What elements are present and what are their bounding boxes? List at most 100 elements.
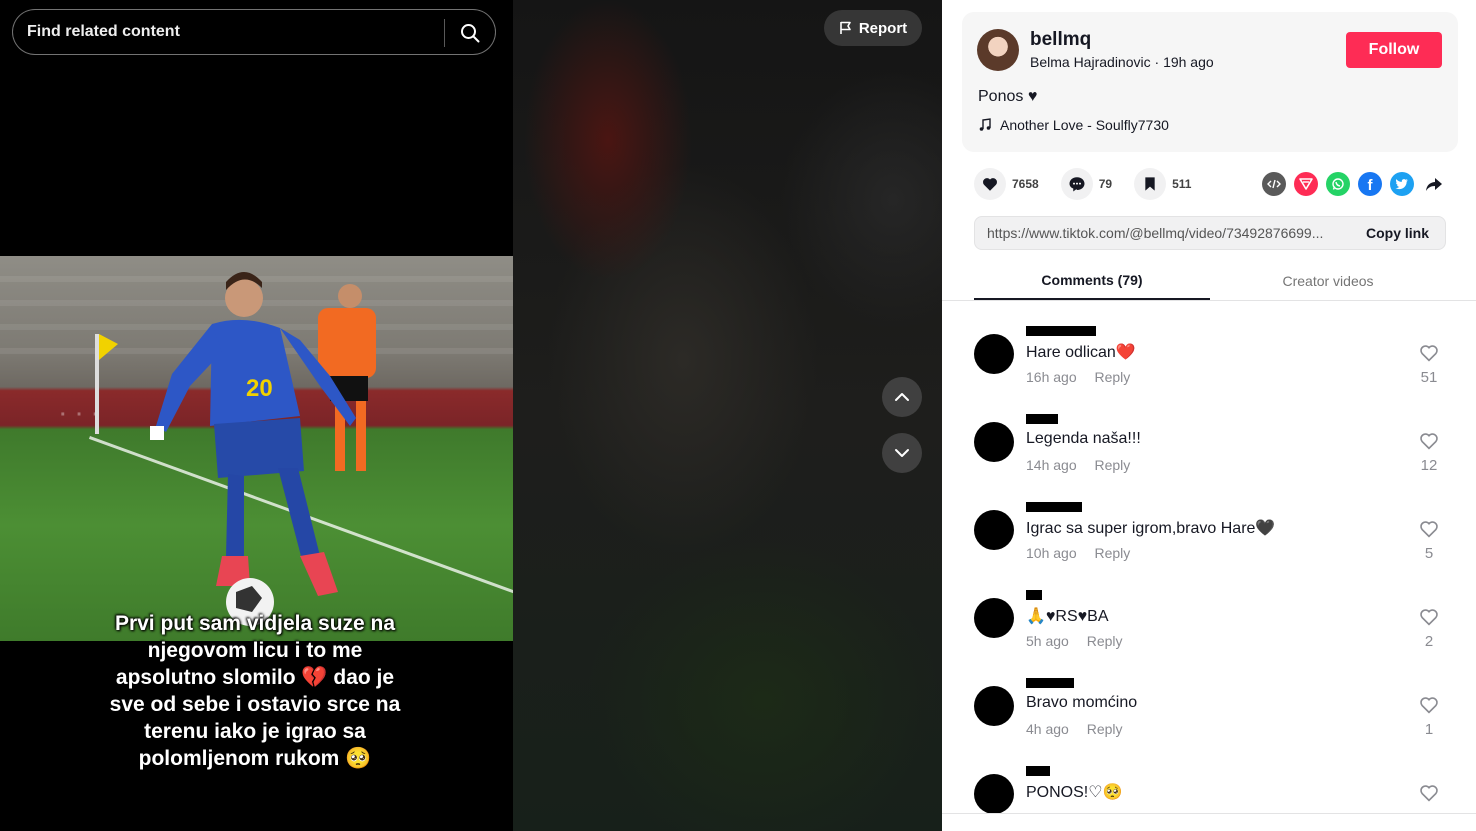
- search-icon: [461, 24, 480, 43]
- tab-creator-videos[interactable]: Creator videos: [1210, 262, 1446, 300]
- embed-button[interactable]: [1262, 172, 1286, 196]
- copy-link-button[interactable]: Copy link: [1366, 225, 1429, 241]
- next-video-button[interactable]: [882, 433, 922, 473]
- video-description: Ponos ♥: [978, 88, 1038, 105]
- video-link-url[interactable]: https://www.tiktok.com/@bellmq/video/734…: [987, 225, 1347, 241]
- comment-count: 79: [1098, 177, 1113, 191]
- comment-item: Legenda naša!!! 14h ago Reply 12: [974, 408, 1454, 488]
- comment-like-count: 12: [1420, 457, 1438, 474]
- comment-item: Igrac sa super igrom,bravo Hare🖤 10h ago…: [974, 496, 1454, 576]
- commenter-avatar[interactable]: [974, 510, 1014, 550]
- more-share-button[interactable]: [1422, 172, 1446, 196]
- comment-time: 10h ago: [1026, 545, 1077, 561]
- follow-button[interactable]: Follow: [1346, 32, 1442, 68]
- comment-time: 16h ago: [1026, 369, 1077, 385]
- caption-line: Prvi put sam vidjela suze na: [114, 612, 396, 635]
- comment-meta: 4h ago Reply: [1026, 721, 1123, 737]
- comment-like-button[interactable]: 1: [1414, 696, 1444, 738]
- heart-outline-icon: [1420, 345, 1438, 362]
- search-divider: [444, 19, 445, 47]
- commenter-avatar[interactable]: [974, 686, 1014, 726]
- separator-dot: ·: [1154, 54, 1164, 70]
- comment-text: Bravo momćino: [1026, 694, 1138, 711]
- reply-button[interactable]: Reply: [1087, 633, 1123, 649]
- video-frame[interactable]: · · · 20 Prvi put sam vidjela suze na nj…: [0, 0, 513, 831]
- comment-like-button[interactable]: 12: [1414, 432, 1444, 474]
- facebook-share-button[interactable]: f: [1358, 172, 1382, 196]
- comment-like-button[interactable]: [1414, 784, 1444, 807]
- bookmark-icon: [1145, 177, 1155, 191]
- share-arrow-icon: [1426, 178, 1442, 191]
- commenter-name-redacted: [1026, 590, 1042, 600]
- page: · · · 20 Prvi put sam vidjela suze na nj…: [0, 0, 1476, 831]
- commenter-avatar[interactable]: [974, 598, 1014, 638]
- music-link[interactable]: Another Love - Soulfly7730: [978, 117, 1169, 133]
- send-to-friends-button[interactable]: [1294, 172, 1318, 196]
- commenter-name-redacted: [1026, 326, 1096, 336]
- comment-like-count: 51: [1420, 369, 1438, 386]
- save-button[interactable]: 511: [1134, 168, 1191, 200]
- whatsapp-share-button[interactable]: [1326, 172, 1350, 196]
- music-note-icon: [979, 118, 991, 131]
- commenter-name-redacted: [1026, 502, 1082, 512]
- author-nickname: Belma Hajradinovic: [1030, 54, 1151, 70]
- author-card: bellmq Belma Hajradinovic · 19h ago Foll…: [962, 12, 1458, 152]
- caption-line: terenu iako je igrao sa: [144, 720, 366, 743]
- report-label: Report: [858, 19, 908, 37]
- previous-video-button[interactable]: [882, 377, 922, 417]
- comment-meta: 10h ago Reply: [1026, 545, 1130, 561]
- comment-text: PONOS!♡🥺: [1026, 784, 1123, 801]
- comment-like-count: 5: [1424, 545, 1434, 562]
- comment-meta: 5h ago Reply: [1026, 633, 1123, 649]
- author-username[interactable]: bellmq: [1030, 29, 1091, 51]
- save-count: 511: [1172, 177, 1192, 191]
- reply-button[interactable]: Reply: [1095, 369, 1131, 385]
- commenter-avatar[interactable]: [974, 422, 1014, 462]
- tab-bar: Comments (79) Creator videos: [942, 262, 1476, 301]
- author-avatar[interactable]: [977, 29, 1019, 71]
- report-button[interactable]: Report: [824, 10, 922, 46]
- comment-button[interactable]: 79: [1060, 168, 1113, 200]
- share-icons: f: [1262, 172, 1446, 196]
- comment-text: 🙏♥RS♥BA: [1026, 608, 1109, 625]
- twitter-share-button[interactable]: [1390, 172, 1414, 196]
- caption-line: polomljenom rukom 🥺: [138, 747, 372, 770]
- comment-time: 4h ago: [1026, 721, 1069, 737]
- comment-time: 14h ago: [1026, 457, 1077, 473]
- reply-button[interactable]: Reply: [1095, 545, 1131, 561]
- commenter-avatar[interactable]: [974, 334, 1014, 374]
- like-count: 7658: [1012, 177, 1039, 191]
- like-button[interactable]: 7658: [974, 168, 1039, 200]
- caption-line: sve od sebe i ostavio srce na: [109, 693, 401, 716]
- post-time: 19h ago: [1163, 54, 1214, 70]
- search-button[interactable]: [455, 18, 485, 48]
- comment-item: 🙏♥RS♥BA 5h ago Reply 2: [974, 584, 1454, 664]
- comment-like-count: 1: [1424, 721, 1434, 738]
- comment-like-button[interactable]: 5: [1414, 520, 1444, 562]
- details-panel: bellmq Belma Hajradinovic · 19h ago Foll…: [942, 0, 1476, 831]
- comment-text: Legenda naša!!!: [1026, 430, 1141, 447]
- reply-button[interactable]: Reply: [1095, 457, 1131, 473]
- commenter-name-redacted: [1026, 414, 1058, 424]
- comment-like-button[interactable]: 51: [1414, 344, 1444, 386]
- commenter-name-redacted: [1026, 678, 1074, 688]
- send-icon: [1299, 178, 1313, 190]
- facebook-icon: f: [1367, 177, 1373, 194]
- comment-like-button[interactable]: 2: [1414, 608, 1444, 650]
- video-player[interactable]: · · · 20 Prvi put sam vidjela suze na nj…: [0, 0, 942, 831]
- heart-outline-icon: [1420, 785, 1438, 802]
- twitter-icon: [1395, 179, 1408, 190]
- search-input[interactable]: [27, 10, 437, 54]
- video-still-image: · · · 20: [0, 256, 513, 641]
- comment-meta: 14h ago Reply: [1026, 457, 1130, 473]
- jersey-number: 20: [246, 375, 273, 402]
- comment-item: PONOS!♡🥺: [974, 760, 1454, 813]
- commenter-avatar[interactable]: [974, 774, 1014, 813]
- comment-time: 5h ago: [1026, 633, 1069, 649]
- whatsapp-icon: [1332, 178, 1344, 190]
- comment-like-count: 2: [1424, 633, 1434, 650]
- tab-comments[interactable]: Comments (79): [974, 262, 1210, 300]
- heart-outline-icon: [1420, 609, 1438, 626]
- caption-line: njegovom licu i to me: [147, 639, 363, 662]
- reply-button[interactable]: Reply: [1087, 721, 1123, 737]
